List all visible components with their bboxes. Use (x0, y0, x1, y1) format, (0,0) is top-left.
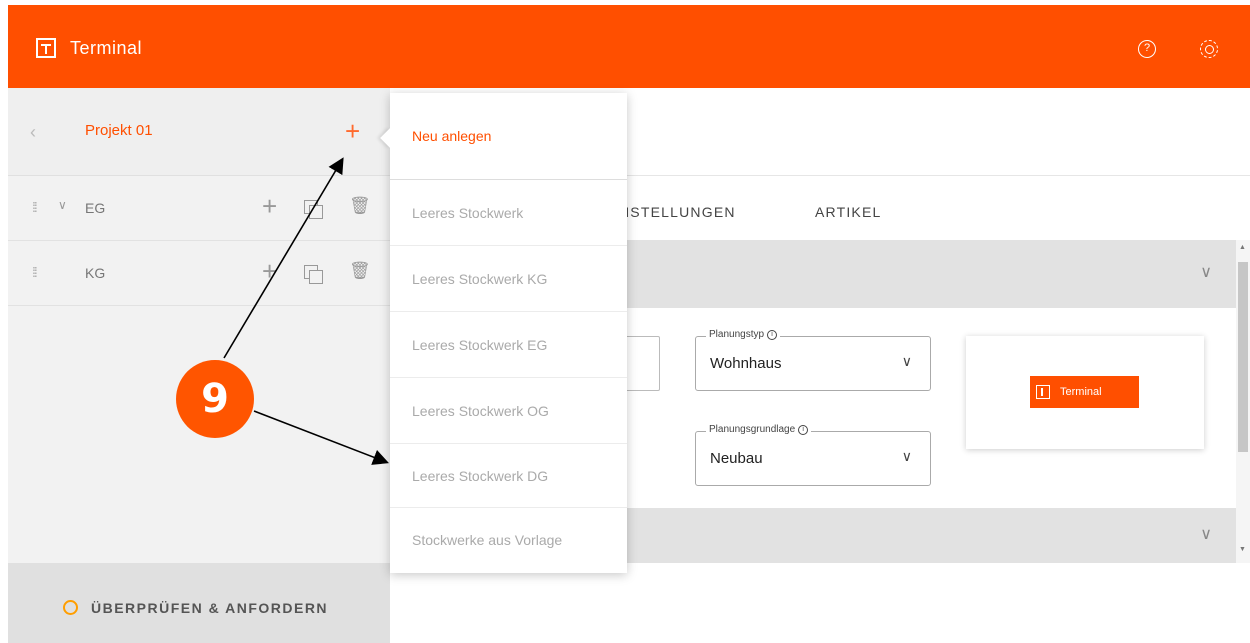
project-name[interactable]: Projekt 01 (85, 122, 153, 139)
menu-item-from-template[interactable]: Stockwerke aus Vorlage (390, 508, 627, 573)
menu-item-empty-floor-dg[interactable]: Leeres Stockwerk DG (390, 444, 627, 508)
tab-settings[interactable]: NSTELLUNGEN (619, 204, 736, 220)
info-icon[interactable]: i (767, 329, 778, 340)
selected-value: Neubau (710, 450, 763, 467)
menu-item-new[interactable]: Neu anlegen (390, 93, 627, 180)
menu-item-empty-floor[interactable]: Leeres Stockwerk (390, 180, 627, 246)
chevron-down-icon[interactable]: ∨ (1200, 262, 1212, 282)
add-room-button[interactable]: + (262, 191, 277, 222)
chevron-down-icon[interactable]: ∨ (58, 198, 67, 212)
app-header: Terminal ? (8, 5, 1250, 88)
duplicate-icon[interactable] (304, 200, 323, 219)
app-logo[interactable]: Terminal (36, 29, 142, 67)
menu-item-empty-floor-kg[interactable]: Leeres Stockwerk KG (390, 246, 627, 312)
floor-row-kg[interactable]: ⁞⁞ KG + 🗑 (8, 241, 390, 306)
gear-icon[interactable] (1200, 40, 1218, 58)
help-icon[interactable]: ? (1138, 40, 1156, 58)
selected-value: Wohnhaus (710, 355, 782, 372)
trash-icon[interactable]: 🗑 (349, 196, 371, 216)
drag-handle-icon[interactable]: ⁞⁞ (32, 264, 38, 280)
logo-icon (1036, 385, 1050, 399)
chevron-down-icon[interactable]: ∨ (1200, 524, 1212, 544)
logo-preview-card: Terminal (966, 336, 1204, 449)
info-icon[interactable]: i (798, 424, 809, 435)
floor-row-eg[interactable]: ⁞⁞ ∨ EG + 🗑 (8, 176, 390, 241)
review-label: ÜBERPRÜFEN & ANFORDERN (91, 600, 329, 616)
chevron-down-icon: ∨ (901, 353, 912, 369)
floor-label: KG (85, 265, 106, 281)
trash-icon[interactable]: 🗑 (349, 261, 371, 281)
drag-handle-icon[interactable]: ⁞⁞ (32, 199, 38, 215)
project-row: ‹ Projekt 01 + (8, 88, 390, 176)
menu-item-empty-floor-eg[interactable]: Leeres Stockwerk EG (390, 312, 627, 378)
duplicate-icon[interactable] (304, 265, 323, 284)
add-room-button[interactable]: + (262, 256, 277, 287)
logo-icon (36, 38, 56, 58)
preview-logo: Terminal (1030, 376, 1139, 408)
add-floor-menu: Neu anlegen Leeres Stockwerk Leeres Stoc… (380, 93, 627, 573)
scrollbar-thumb[interactable] (1238, 262, 1248, 452)
annotation-callout: 9 (176, 360, 254, 438)
add-floor-button[interactable]: + (345, 116, 360, 147)
status-circle-icon (63, 600, 78, 615)
field-legend: Planungsgrundlage i (706, 424, 812, 435)
field-legend: Planungstyp i (706, 329, 781, 340)
chevron-down-icon: ∨ (901, 448, 912, 464)
scroll-down-icon[interactable]: ▼ (1239, 546, 1246, 553)
menu-item-empty-floor-og[interactable]: Leeres Stockwerk OG (390, 378, 627, 444)
sidebar: ‹ Projekt 01 + ⁞⁞ ∨ EG + 🗑 ⁞⁞ KG + 🗑 (8, 88, 390, 563)
app-title: Terminal (70, 37, 143, 58)
tab-articles[interactable]: ARTIKEL (815, 204, 882, 220)
review-request-button[interactable]: ÜBERPRÜFEN & ANFORDERN (8, 563, 390, 643)
chevron-left-icon[interactable]: ‹ (30, 122, 36, 143)
scroll-up-icon[interactable]: ▲ (1239, 244, 1246, 251)
planning-basis-select[interactable]: Planungsgrundlage i Neubau ∨ (695, 424, 931, 486)
planning-type-select[interactable]: Planungstyp i Wohnhaus ∨ (695, 329, 931, 391)
floor-label: EG (85, 200, 106, 216)
